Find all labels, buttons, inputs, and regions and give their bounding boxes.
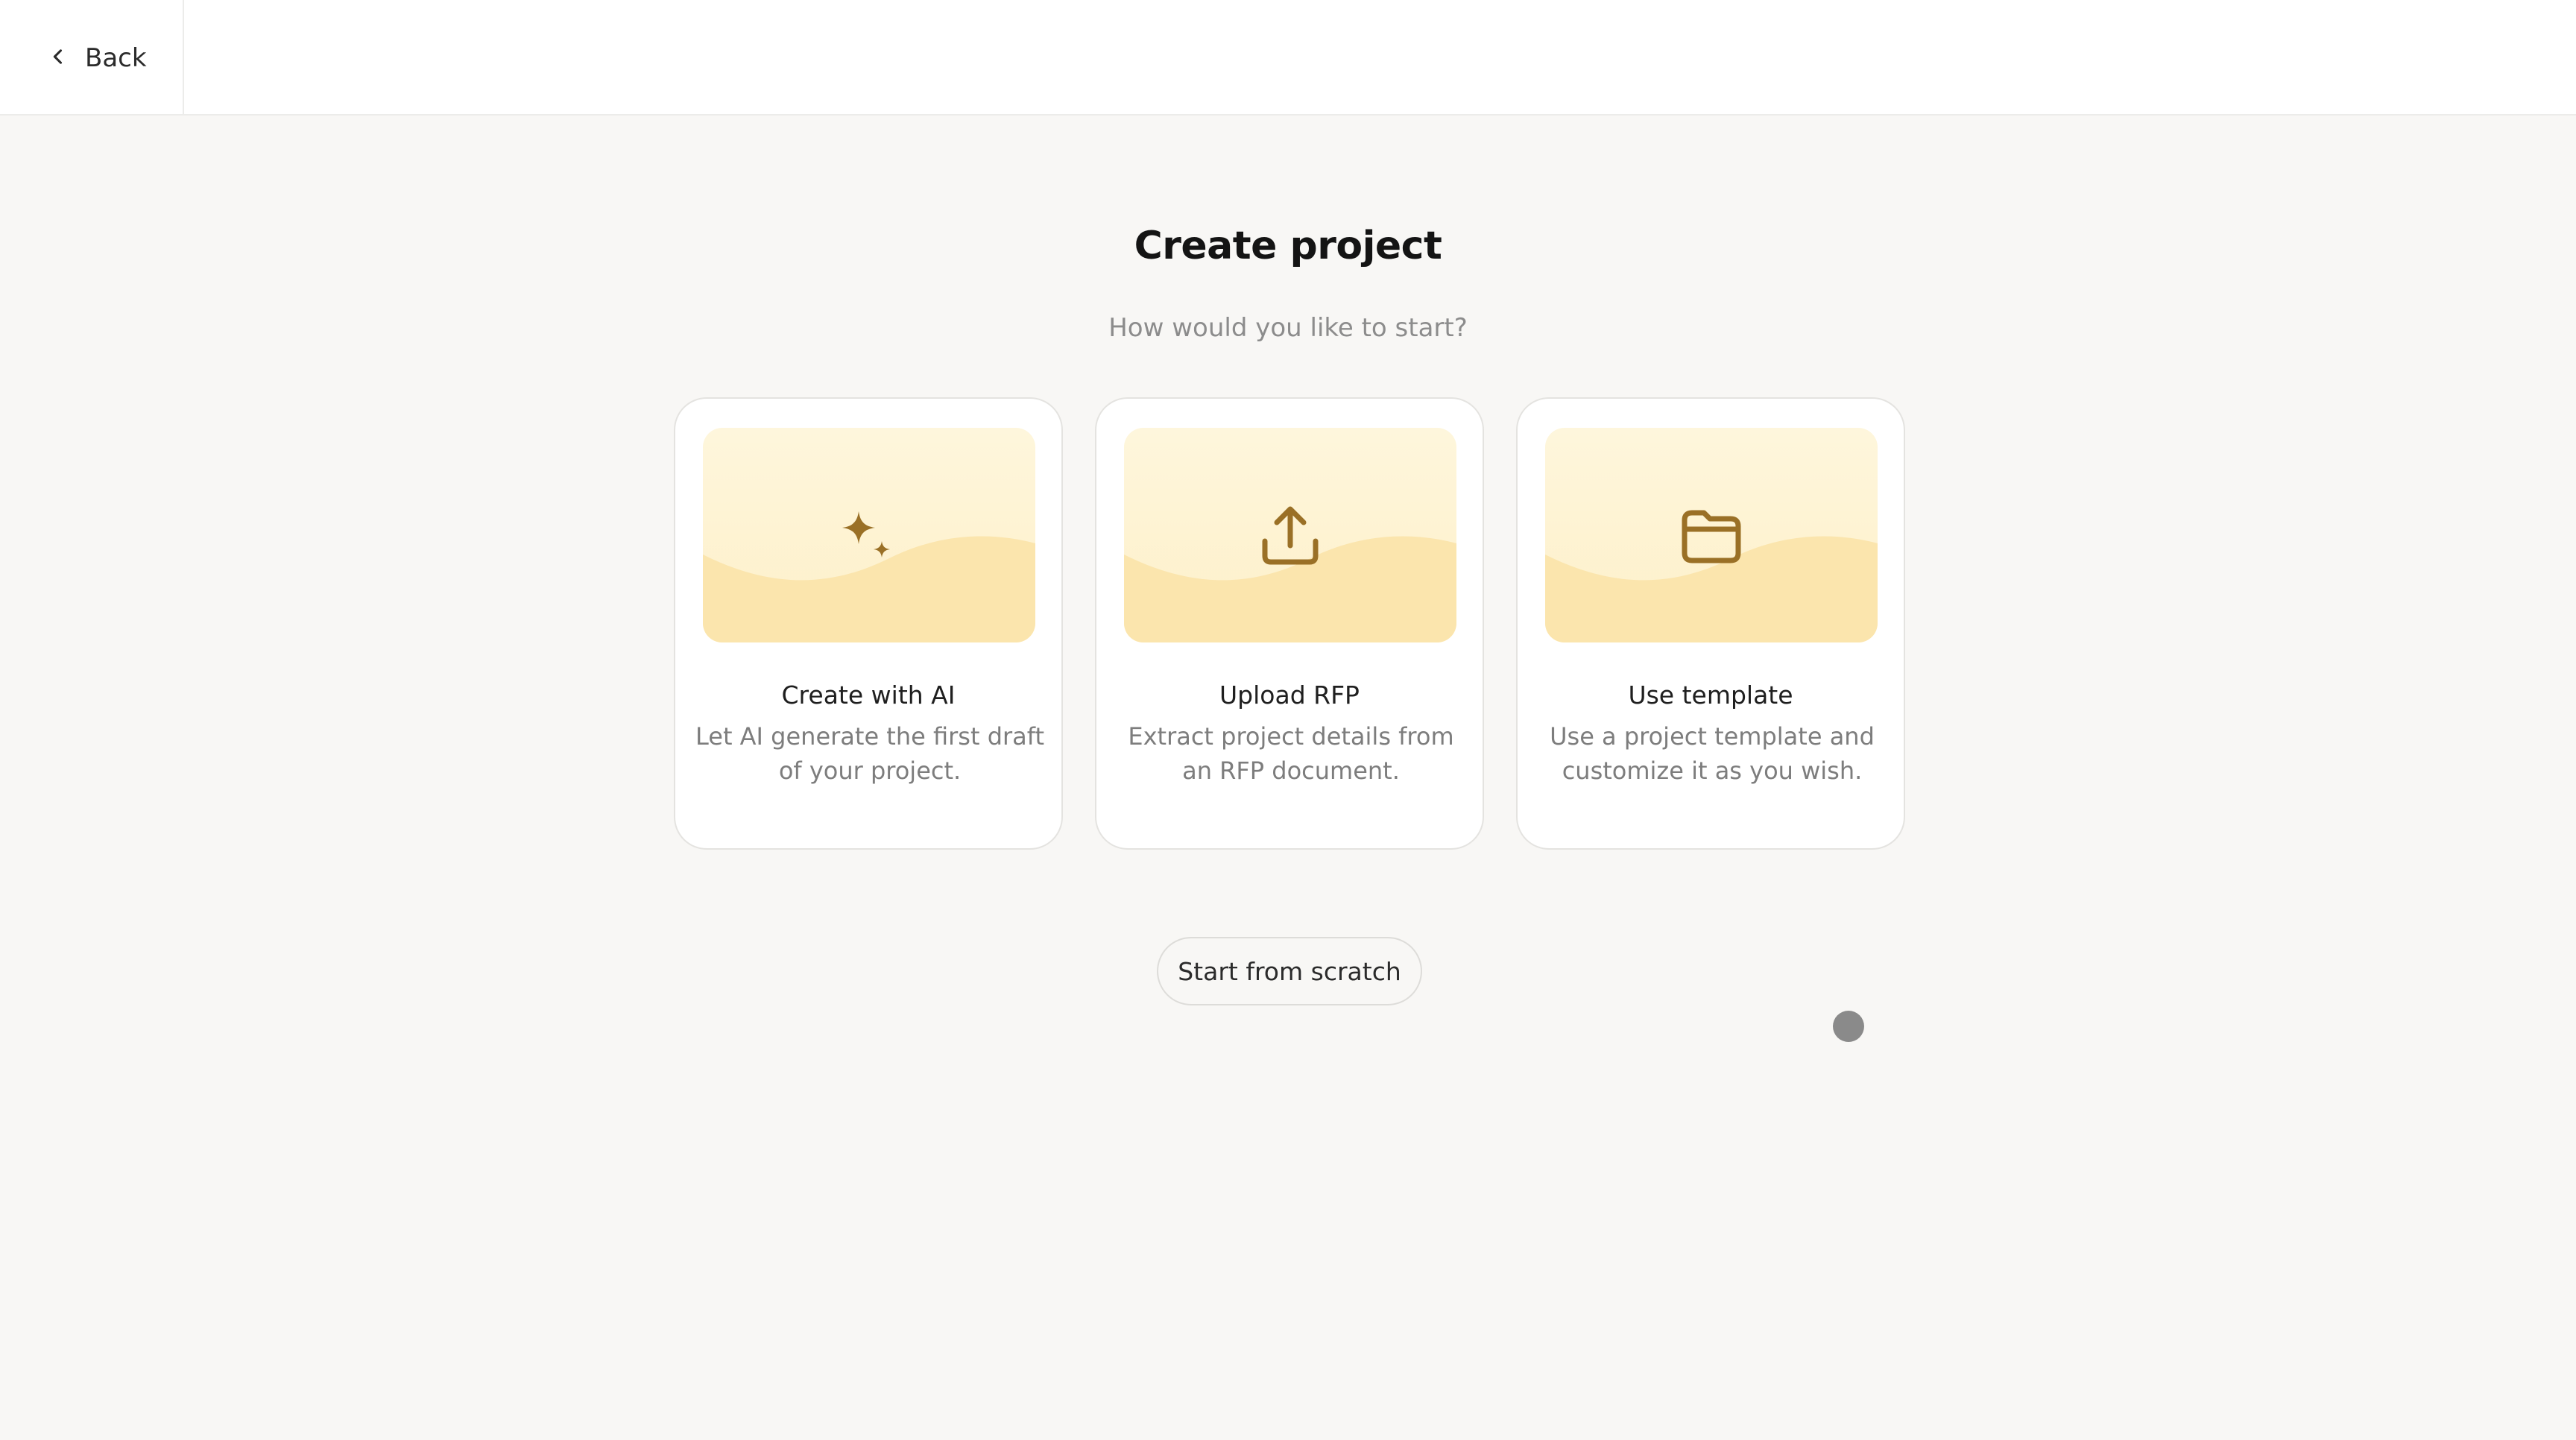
card-description: Extract project details from an RFP docu… [1128,722,1454,785]
card-illustration [1545,428,1878,642]
sparkles-icon [832,498,906,572]
back-label: Back [85,42,147,73]
card-description: Let AI generate the first draft of your … [695,722,1045,785]
create-with-ai-card[interactable]: Create with AI Let AI generate the first… [674,397,1063,850]
page-subtitle: How would you like to start? [1108,313,1468,343]
upload-icon [1253,498,1328,572]
card-illustration [703,428,1035,642]
card-description: Use a project template and customize it … [1550,722,1875,785]
back-button[interactable]: Back [0,0,184,116]
card-illustration [1124,428,1456,642]
cursor-indicator [1833,1011,1864,1042]
start-from-scratch-button[interactable]: Start from scratch [1157,937,1422,1005]
top-bar: Back [0,0,2576,116]
card-title: Create with AI [781,680,956,710]
chevron-left-icon [48,46,69,70]
card-title: Use template [1628,680,1793,710]
upload-rfp-card[interactable]: Upload RFP Extract project details from … [1095,397,1484,850]
use-template-card[interactable]: Use template Use a project template and … [1516,397,1905,850]
page-title: Create project [1134,224,1442,268]
card-title: Upload RFP [1219,680,1360,710]
folder-icon [1674,498,1749,572]
